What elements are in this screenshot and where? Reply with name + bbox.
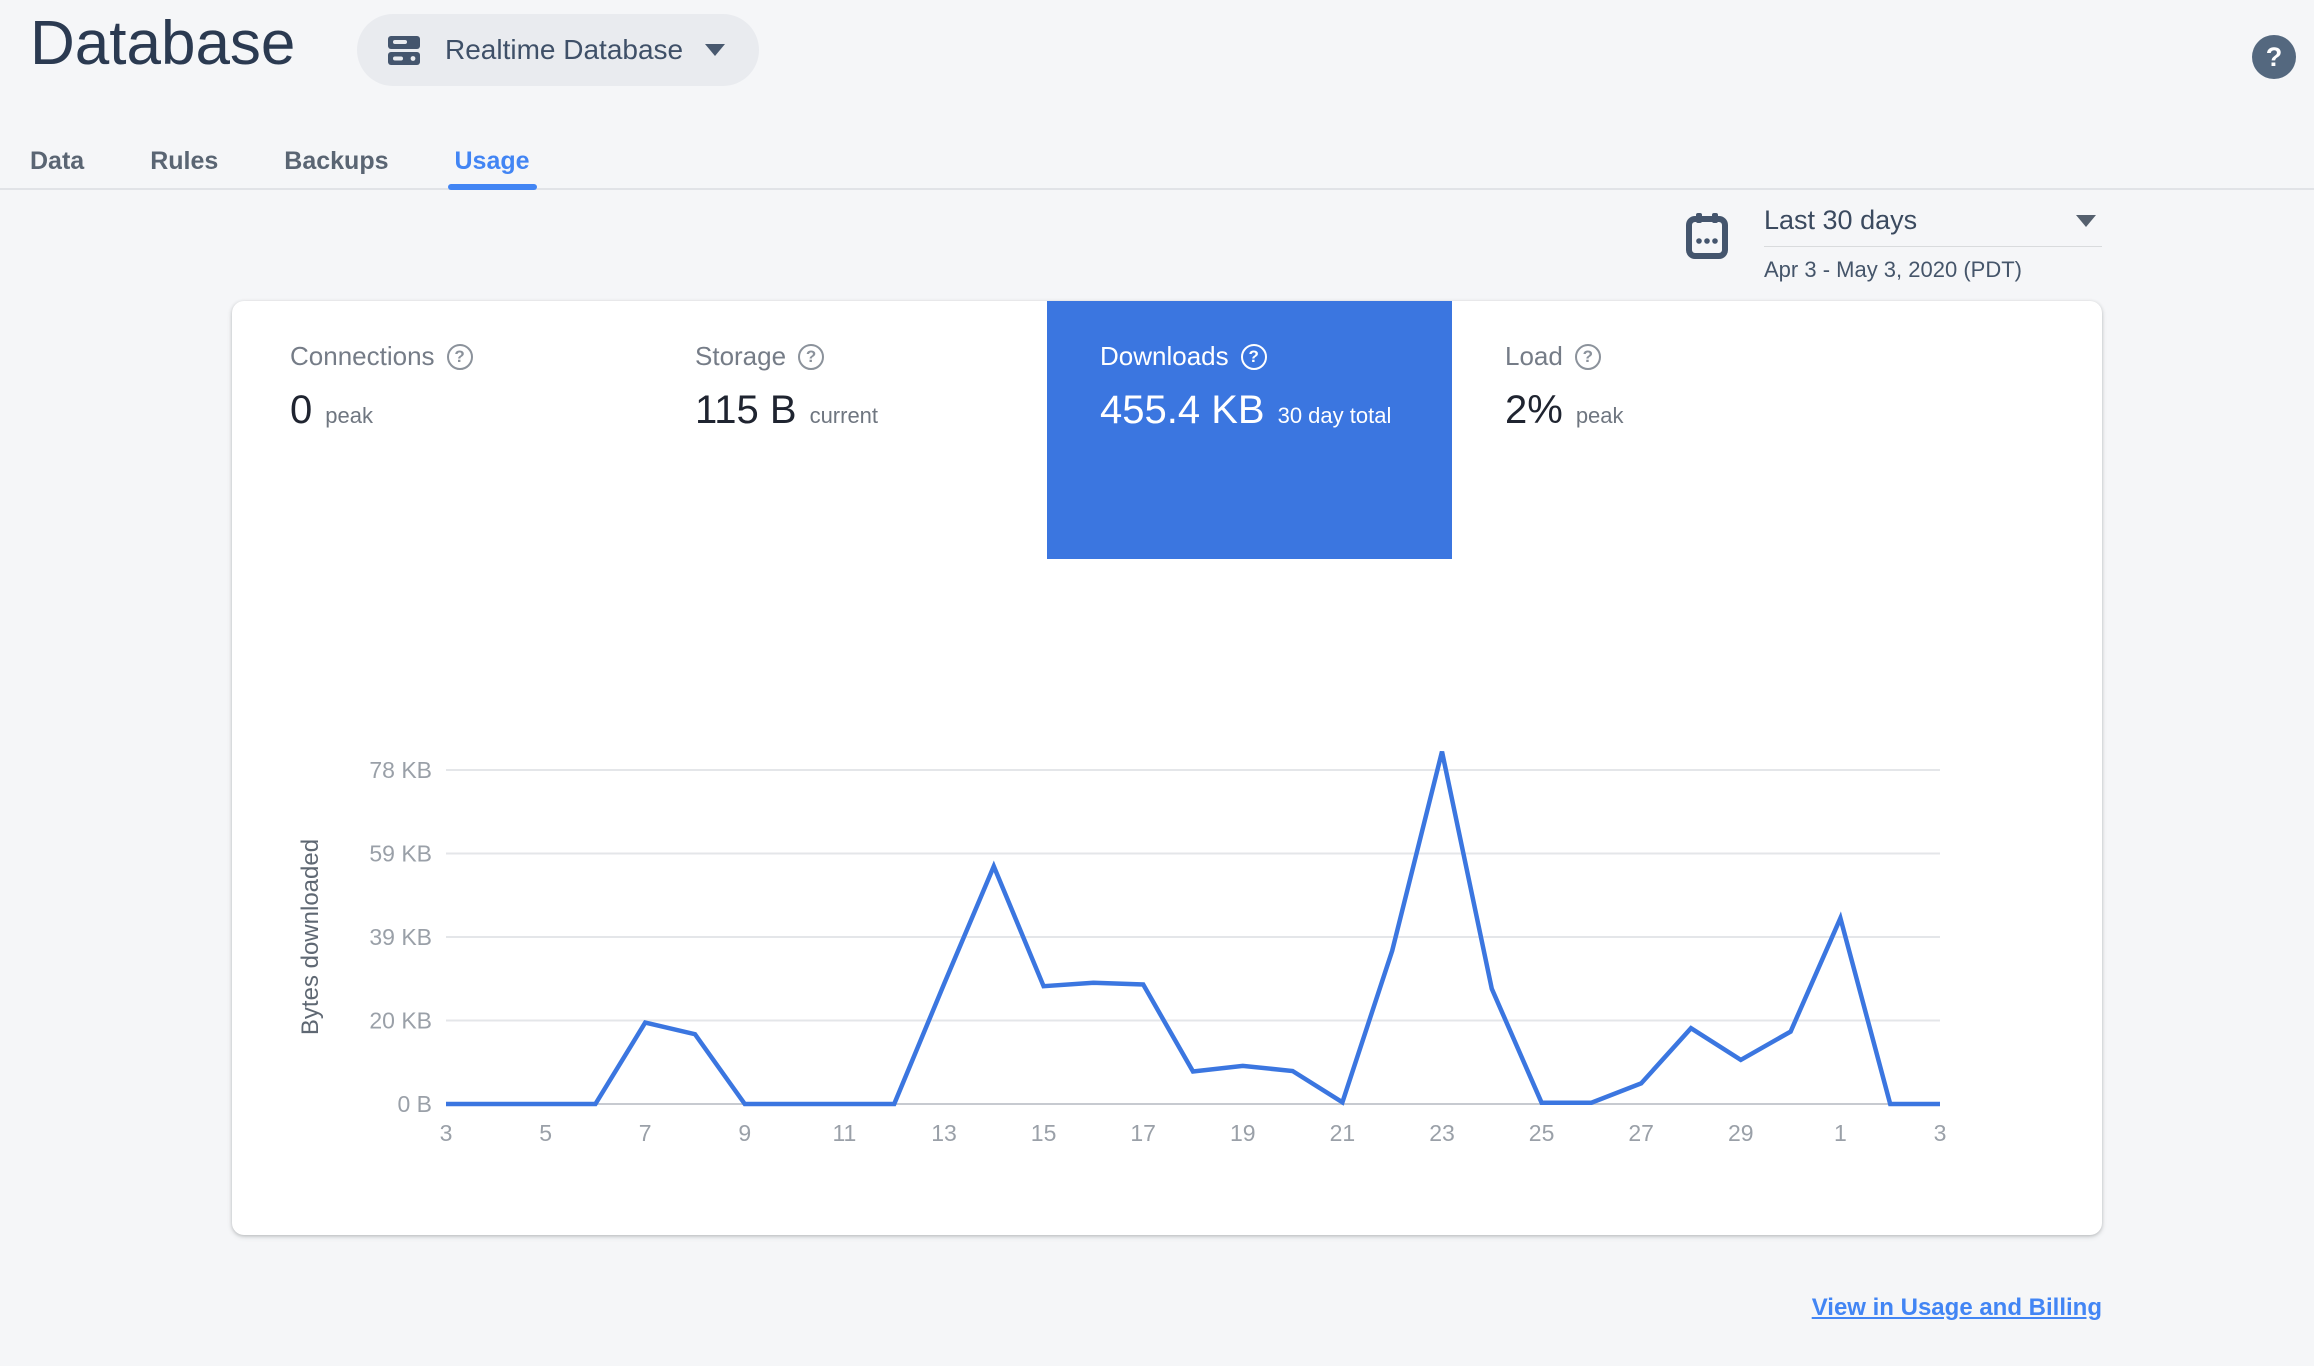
firebase-database-usage-page: Database Realtime Database ? Data Rules … — [0, 0, 2314, 1366]
metric-suffix: peak — [325, 403, 373, 428]
metric-value: 0 — [290, 388, 313, 432]
metric-selector-row: Connections ? 0 peak Storage ? 115 B cur… — [237, 301, 1857, 559]
metric-label: Downloads — [1100, 341, 1229, 371]
date-range-selector[interactable]: Last 30 days Apr 3 - May 3, 2020 (PDT) — [1686, 205, 2102, 283]
question-glyph: ? — [454, 346, 465, 366]
date-range-label: Last 30 days — [1764, 205, 1918, 235]
question-glyph: ? — [805, 346, 817, 366]
metric-suffix: current — [809, 403, 879, 428]
database-selector[interactable]: Realtime Database — [357, 14, 760, 86]
metric-downloads[interactable]: Downloads ? 455.4 KB 30 day total — [1047, 301, 1452, 559]
metric-value: 115 B — [695, 388, 797, 432]
help-icon[interactable]: ? — [1574, 343, 1601, 370]
help-icon[interactable]: ? — [798, 343, 825, 370]
tab-data[interactable]: Data — [30, 134, 84, 188]
metric-suffix: peak — [1575, 403, 1624, 428]
view-usage-billing-link[interactable]: View in Usage and Billing — [1812, 1294, 2102, 1322]
metric-value: 455.4 KB — [1100, 388, 1265, 432]
metric-connections[interactable]: Connections ? 0 peak — [237, 301, 642, 559]
question-glyph: ? — [1248, 346, 1259, 366]
metric-label: Load — [1505, 341, 1563, 371]
database-selector-label: Realtime Database — [445, 34, 684, 65]
tab-usage[interactable]: Usage — [447, 134, 537, 190]
database-stack-icon — [388, 36, 420, 65]
tab-label: Usage — [454, 146, 530, 175]
tab-rules[interactable]: Rules — [150, 134, 218, 188]
tab-label: Backups — [284, 146, 389, 175]
tab-backups[interactable]: Backups — [284, 134, 388, 188]
question-glyph: ? — [1582, 346, 1594, 366]
date-range-detail: Apr 3 - May 3, 2020 (PDT) — [1764, 257, 2022, 282]
metric-storage[interactable]: Storage ? 115 B current — [642, 301, 1047, 559]
metric-value: 2% — [1505, 388, 1563, 432]
chevron-down-icon[interactable] — [2076, 214, 2096, 227]
metric-suffix: 30 day total — [1277, 403, 1392, 428]
metric-load[interactable]: Load ? 2% peak — [1452, 301, 1857, 559]
help-icon: ? — [2265, 41, 2283, 72]
page-title: Database — [30, 9, 296, 78]
help-icon[interactable]: ? — [446, 343, 473, 370]
metric-label: Connections — [290, 341, 435, 371]
divider — [1764, 246, 2102, 247]
tab-label: Data — [30, 146, 85, 175]
chevron-down-icon — [705, 44, 726, 56]
tab-label: Rules — [150, 146, 219, 175]
active-tab-indicator — [447, 184, 537, 190]
metric-label: Storage — [695, 341, 787, 371]
tab-bar: Data Rules Backups Usage — [0, 134, 2314, 190]
help-icon[interactable]: ? — [1240, 343, 1267, 370]
calendar-icon — [1686, 213, 1728, 259]
help-button[interactable]: ? — [2252, 35, 2296, 79]
